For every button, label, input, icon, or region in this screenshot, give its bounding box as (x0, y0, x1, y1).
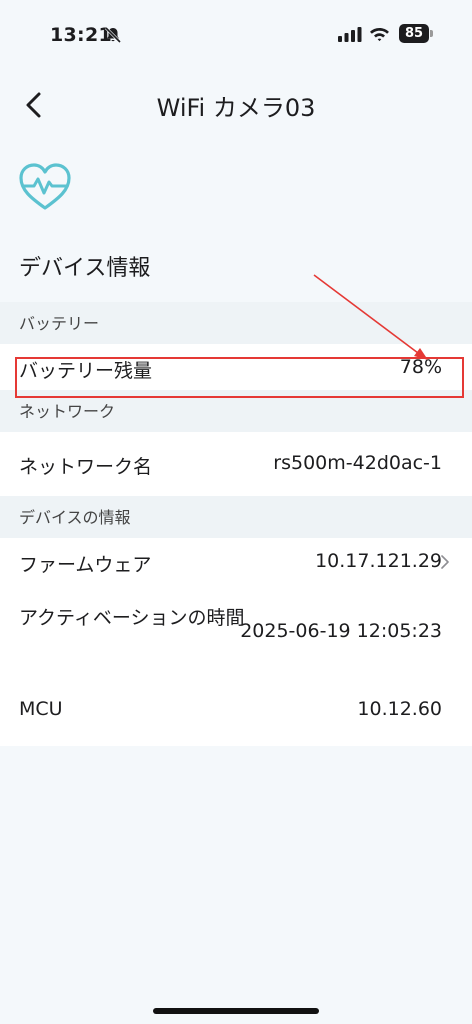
group-header-battery: バッテリー (0, 302, 472, 344)
row-value: 78% (399, 356, 442, 378)
row-network-name: ネットワーク名 rs500m-42d0ac-1 (0, 432, 472, 496)
mute-icon (104, 26, 122, 44)
heart-pulse-icon (19, 163, 71, 210)
row-mcu: MCU 10.12.60 (0, 684, 472, 746)
row-value: rs500m-42d0ac-1 (273, 452, 442, 474)
wifi-icon (370, 28, 389, 42)
status-bar: 13:21 85 (0, 0, 472, 70)
battery-icon: 85 (399, 24, 433, 43)
row-label: アクティベーションの時間 (19, 607, 245, 629)
row-label: MCU (19, 698, 63, 720)
screen: 13:21 85 WiFi カメラ03 デバイス情報 バッテリー バッテリー残量… (0, 0, 472, 1024)
device-info-list: バッテリー バッテリー残量 78% ネットワーク ネットワーク名 rs500m-… (0, 302, 472, 746)
home-indicator (153, 1008, 319, 1014)
row-label: ネットワーク名 (19, 456, 153, 478)
row-firmware[interactable]: ファームウェア 10.17.121.29 (0, 538, 472, 588)
row-battery-level: バッテリー残量 78% (0, 344, 472, 390)
section-title: デバイス情報 (19, 256, 151, 281)
row-label: ファームウェア (19, 554, 152, 576)
row-label: バッテリー残量 (19, 360, 153, 382)
group-header-network: ネットワーク (0, 390, 472, 432)
battery-tip (430, 30, 433, 37)
signal-icon (338, 27, 362, 42)
page-title: WiFi カメラ03 (156, 94, 316, 122)
row-value: 2025-06-19 12:05:23 (240, 620, 442, 642)
row-value: 10.17.121.29 (315, 550, 442, 572)
status-time: 13:21 (50, 24, 112, 46)
row-activation-time: アクティベーションの時間 2025-06-19 12:05:23 (0, 588, 472, 684)
row-value: 10.12.60 (357, 698, 442, 720)
chevron-right-icon (441, 555, 449, 569)
battery-level: 85 (399, 24, 429, 43)
group-header-device: デバイスの情報 (0, 496, 472, 538)
